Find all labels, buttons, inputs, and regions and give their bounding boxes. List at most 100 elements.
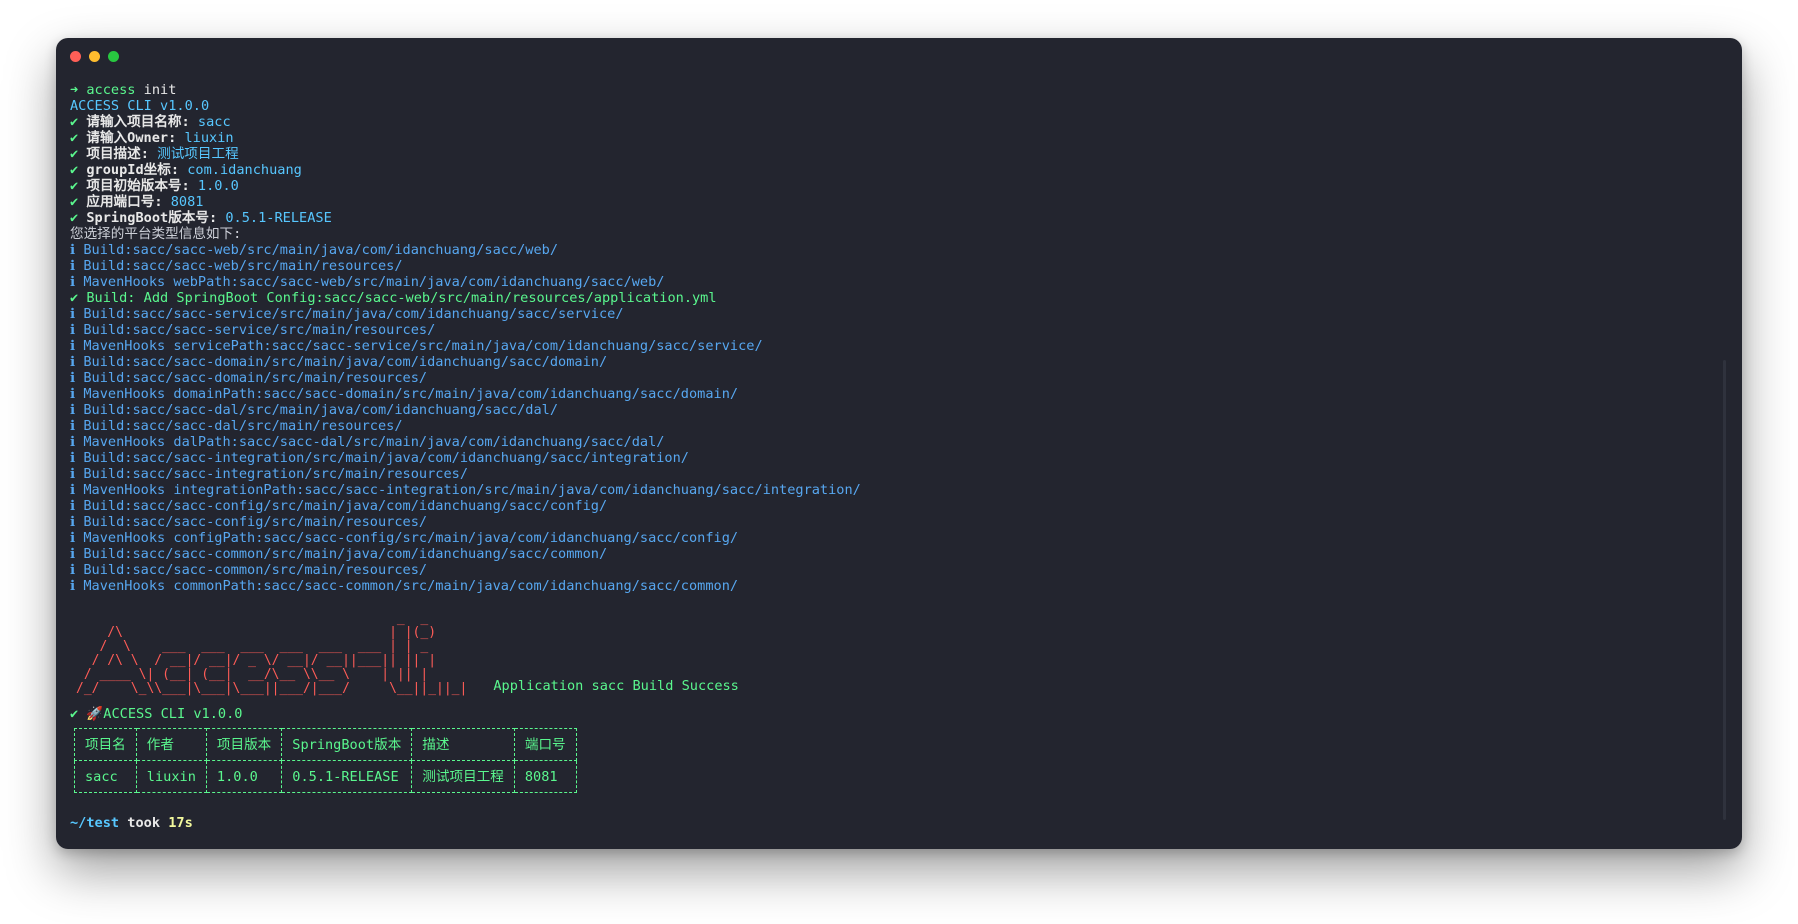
info-icon: ℹ [70, 482, 76, 498]
build-log-text: Build: Add SpringBoot Config:sacc/sacc-w… [86, 290, 717, 306]
scrollbar[interactable] [1723, 360, 1726, 820]
answer-label: 请输入Owner: [86, 130, 177, 146]
answer-label: 请输入项目名称: [86, 114, 190, 130]
build-log-line: ℹ Build:sacc/sacc-domain/src/main/java/c… [70, 354, 1712, 370]
window-controls [70, 51, 119, 65]
table-cell: 1.0.0 [205, 760, 283, 793]
answer-value: liuxin [184, 130, 234, 146]
command-name: access [86, 82, 136, 98]
build-log-line: ℹ MavenHooks configPath:sacc/sacc-config… [70, 530, 1712, 546]
info-icon: ℹ [70, 386, 76, 402]
build-log-line: ℹ Build:sacc/sacc-integration/src/main/j… [70, 450, 1712, 466]
info-icon: ℹ [70, 242, 76, 258]
build-log-line: ℹ Build:sacc/sacc-web/src/main/java/com/… [70, 242, 1712, 258]
answer-line: ✔ 请输入项目名称: sacc [70, 114, 1712, 130]
final-version: 🚀ACCESS CLI v1.0.0 [86, 706, 243, 722]
zoom-window-button[interactable] [108, 51, 119, 62]
prompt-path: ~/test [70, 815, 120, 831]
check-icon: ✔ [70, 114, 79, 130]
info-icon: ℹ [70, 402, 76, 418]
build-log-line: ℹ Build:sacc/sacc-integration/src/main/r… [70, 466, 1712, 482]
build-log-line: ✔ Build: Add SpringBoot Config:sacc/sacc… [70, 290, 1712, 306]
info-icon: ℹ [70, 258, 76, 274]
answer-label: 应用端口号: [86, 194, 163, 210]
build-log-line: ℹ Build:sacc/sacc-dal/src/main/resources… [70, 418, 1712, 434]
build-log-text: MavenHooks dalPath:sacc/sacc-dal/src/mai… [83, 434, 665, 450]
prompt-duration: 17s [168, 815, 193, 831]
build-log-line: ℹ MavenHooks servicePath:sacc/sacc-servi… [70, 338, 1712, 354]
answer-value: 1.0.0 [197, 178, 239, 194]
terminal-output[interactable]: ➜ access init ACCESS CLI v1.0.0 ✔ 请输入项目名… [70, 82, 1712, 831]
build-log-text: MavenHooks configPath:sacc/sacc-config/s… [83, 530, 739, 546]
final-status-line: ✔ 🚀ACCESS CLI v1.0.0 [70, 706, 1712, 722]
build-log-text: Build:sacc/sacc-domain/src/main/resource… [83, 370, 428, 386]
info-icon: ℹ [70, 338, 76, 354]
close-window-button[interactable] [70, 51, 81, 62]
build-log-line: ℹ Build:sacc/sacc-service/src/main/resou… [70, 322, 1712, 338]
build-log-text: Build:sacc/sacc-web/src/main/resources/ [83, 258, 403, 274]
build-log-line: ℹ MavenHooks dalPath:sacc/sacc-dal/src/m… [70, 434, 1712, 450]
build-log-line: ℹ Build:sacc/sacc-config/src/main/resour… [70, 514, 1712, 530]
build-log-text: Build:sacc/sacc-dal/src/main/resources/ [83, 418, 403, 434]
summary-table-wrap: 项目名 作者 项目版本 SpringBoot版本 描述 端口号 sacc liuxin 1.0.… [74, 728, 1712, 793]
answer-value: 8081 [170, 194, 204, 210]
answer-label: groupId坐标: [86, 162, 180, 178]
build-log-line: ℹ MavenHooks domainPath:sacc/sacc-domain… [70, 386, 1712, 402]
build-log-line: ℹ MavenHooks commonPath:sacc/sacc-common… [70, 578, 1712, 594]
platform-line: 您选择的平台类型信息如下: [70, 226, 242, 242]
build-log-text: Build:sacc/sacc-common/src/main/resource… [83, 562, 428, 578]
build-log-line: ℹ Build:sacc/sacc-common/src/main/resour… [70, 562, 1712, 578]
version-line: ACCESS CLI v1.0.0 [70, 98, 210, 114]
info-icon: ℹ [70, 530, 76, 546]
build-log-line: ℹ Build:sacc/sacc-common/src/main/java/c… [70, 546, 1712, 562]
info-icon: ℹ [70, 306, 76, 322]
info-icon: ℹ [70, 370, 76, 386]
command-line: ➜ access init [70, 82, 1712, 98]
table-header-cell: 描述 [411, 728, 515, 761]
answer-value: com.idanchuang [187, 162, 302, 178]
command-arg: init [135, 82, 177, 98]
answer-label: SpringBoot版本号: [86, 210, 218, 226]
answer-label: 项目初始版本号: [86, 178, 190, 194]
build-log-line: ℹ MavenHooks webPath:sacc/sacc-web/src/m… [70, 274, 1712, 290]
answer-line: ✔ 请输入Owner: liuxin [70, 130, 1712, 146]
build-log-text: Build:sacc/sacc-integration/src/main/res… [83, 466, 469, 482]
table-row: sacc liuxin 1.0.0 0.5.1-RELEASE 测试项目工程 8081 [74, 760, 577, 793]
check-icon: ✔ [70, 194, 79, 210]
banner-art: _ _ /\ | |(_) / \ ___ ___ ___ ___ ___ __… [76, 611, 468, 696]
answer-line: ✔ SpringBoot版本号: 0.5.1-RELEASE [70, 210, 1712, 226]
build-log-text: Build:sacc/sacc-common/src/main/java/com… [83, 546, 608, 562]
prompt-took: took [119, 815, 169, 831]
info-icon: ℹ [70, 274, 76, 290]
answer-value: 测试项目工程 [157, 146, 239, 162]
answers-list: ✔ 请输入项目名称: sacc ✔ 请输入Owner: liuxin ✔ 项目描述:… [70, 114, 1712, 226]
check-icon: ✔ [70, 706, 79, 722]
build-success-message: Application sacc Build Success [493, 678, 739, 694]
build-log-text: MavenHooks servicePath:sacc/sacc-service… [83, 338, 763, 354]
terminal-window: ➜ access init ACCESS CLI v1.0.0 ✔ 请输入项目名… [56, 38, 1742, 849]
answer-value: 0.5.1-RELEASE [225, 210, 332, 226]
build-log-line: ℹ Build:sacc/sacc-web/src/main/resources… [70, 258, 1712, 274]
check-icon: ✔ [70, 162, 79, 178]
info-icon: ℹ [70, 562, 76, 578]
build-log-text: Build:sacc/sacc-service/src/main/java/co… [83, 306, 624, 322]
info-icon: ℹ [70, 322, 76, 338]
answer-label: 项目描述: [86, 146, 149, 162]
build-log-list: ℹ Build:sacc/sacc-web/src/main/java/com/… [70, 242, 1712, 594]
build-log-text: Build:sacc/sacc-config/src/main/java/com… [83, 498, 608, 514]
build-log-text: MavenHooks commonPath:sacc/sacc-common/s… [83, 578, 739, 594]
minimize-window-button[interactable] [89, 51, 100, 62]
table-header-row: 项目名 作者 项目版本 SpringBoot版本 描述 端口号 [74, 728, 577, 761]
build-log-line: ℹ Build:sacc/sacc-config/src/main/java/c… [70, 498, 1712, 514]
build-log-text: Build:sacc/sacc-integration/src/main/jav… [83, 450, 689, 466]
answer-value: sacc [197, 114, 231, 130]
info-icon: ℹ [70, 578, 76, 594]
prompt-arrow-icon: ➜ [70, 82, 79, 98]
table-cell: 8081 [513, 760, 577, 793]
info-icon: ℹ [70, 498, 76, 514]
table-header-cell: 项目名 [74, 728, 137, 761]
check-icon: ✔ [70, 130, 79, 146]
check-icon: ✔ [70, 178, 79, 194]
ascii-banner: _ _ /\ | |(_) / \ ___ ___ ___ ___ ___ __… [76, 612, 1712, 696]
info-icon: ℹ [70, 546, 76, 562]
